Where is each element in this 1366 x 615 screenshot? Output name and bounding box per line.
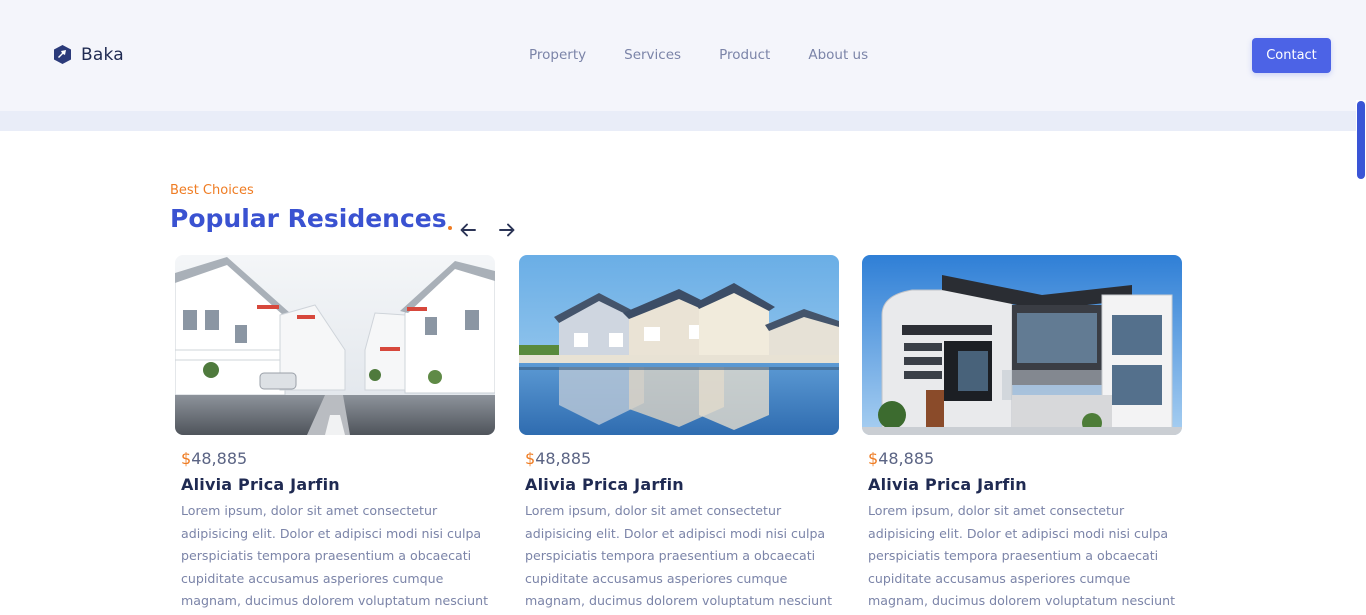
card-title[interactable]: Alivia Prica Jarfin xyxy=(525,475,839,494)
arrow-right-icon xyxy=(499,223,515,237)
main-nav: Property Services Product About us xyxy=(529,47,868,63)
residence-card[interactable]: $48,885 Alivia Prica Jarfin Lorem ipsum,… xyxy=(175,255,495,615)
contact-button[interactable]: Contact xyxy=(1252,38,1331,73)
card-title[interactable]: Alivia Prica Jarfin xyxy=(181,475,495,494)
section-eyebrow: Best Choices xyxy=(170,183,254,198)
white-villas-street-photo xyxy=(175,255,495,435)
price-value: 48,885 xyxy=(878,449,935,468)
card-description: Lorem ipsum, dolor sit amet consectetur … xyxy=(181,503,489,609)
currency-symbol: $ xyxy=(525,449,536,468)
section-title: Popular Residences xyxy=(170,204,447,233)
carousel-prev-button[interactable] xyxy=(458,220,478,240)
card-title[interactable]: Alivia Prica Jarfin xyxy=(868,475,1182,494)
price-value: 48,885 xyxy=(191,449,248,468)
title-accent-dot xyxy=(448,226,452,230)
baka-logo-icon xyxy=(52,44,73,65)
price-value: 48,885 xyxy=(535,449,592,468)
card-description: Lorem ipsum, dolor sit amet consectetur … xyxy=(525,503,833,609)
currency-symbol: $ xyxy=(181,449,192,468)
card-price: $48,885 xyxy=(181,449,495,468)
header-divider xyxy=(0,111,1366,131)
card-description: Lorem ipsum, dolor sit amet consectetur … xyxy=(868,503,1176,609)
residence-card[interactable]: $48,885 Alivia Prica Jarfin Lorem ipsum,… xyxy=(519,255,839,615)
carousel-next-button[interactable] xyxy=(497,220,517,240)
nav-item-services[interactable]: Services xyxy=(624,47,681,63)
card-price: $48,885 xyxy=(525,449,839,468)
scrollbar-thumb[interactable] xyxy=(1357,101,1365,179)
nav-item-property[interactable]: Property xyxy=(529,47,586,63)
card-price: $48,885 xyxy=(868,449,1182,468)
nav-item-about-us[interactable]: About us xyxy=(808,47,868,63)
lakeside-houses-reflection-photo xyxy=(519,255,839,435)
modern-house-photo xyxy=(862,255,1182,435)
residence-card[interactable]: $48,885 Alivia Prica Jarfin Lorem ipsum,… xyxy=(862,255,1182,615)
currency-symbol: $ xyxy=(868,449,879,468)
brand-logo[interactable]: Baka xyxy=(52,44,124,65)
arrow-left-icon xyxy=(460,223,476,237)
nav-item-product[interactable]: Product xyxy=(719,47,770,63)
brand-name: Baka xyxy=(81,44,124,65)
